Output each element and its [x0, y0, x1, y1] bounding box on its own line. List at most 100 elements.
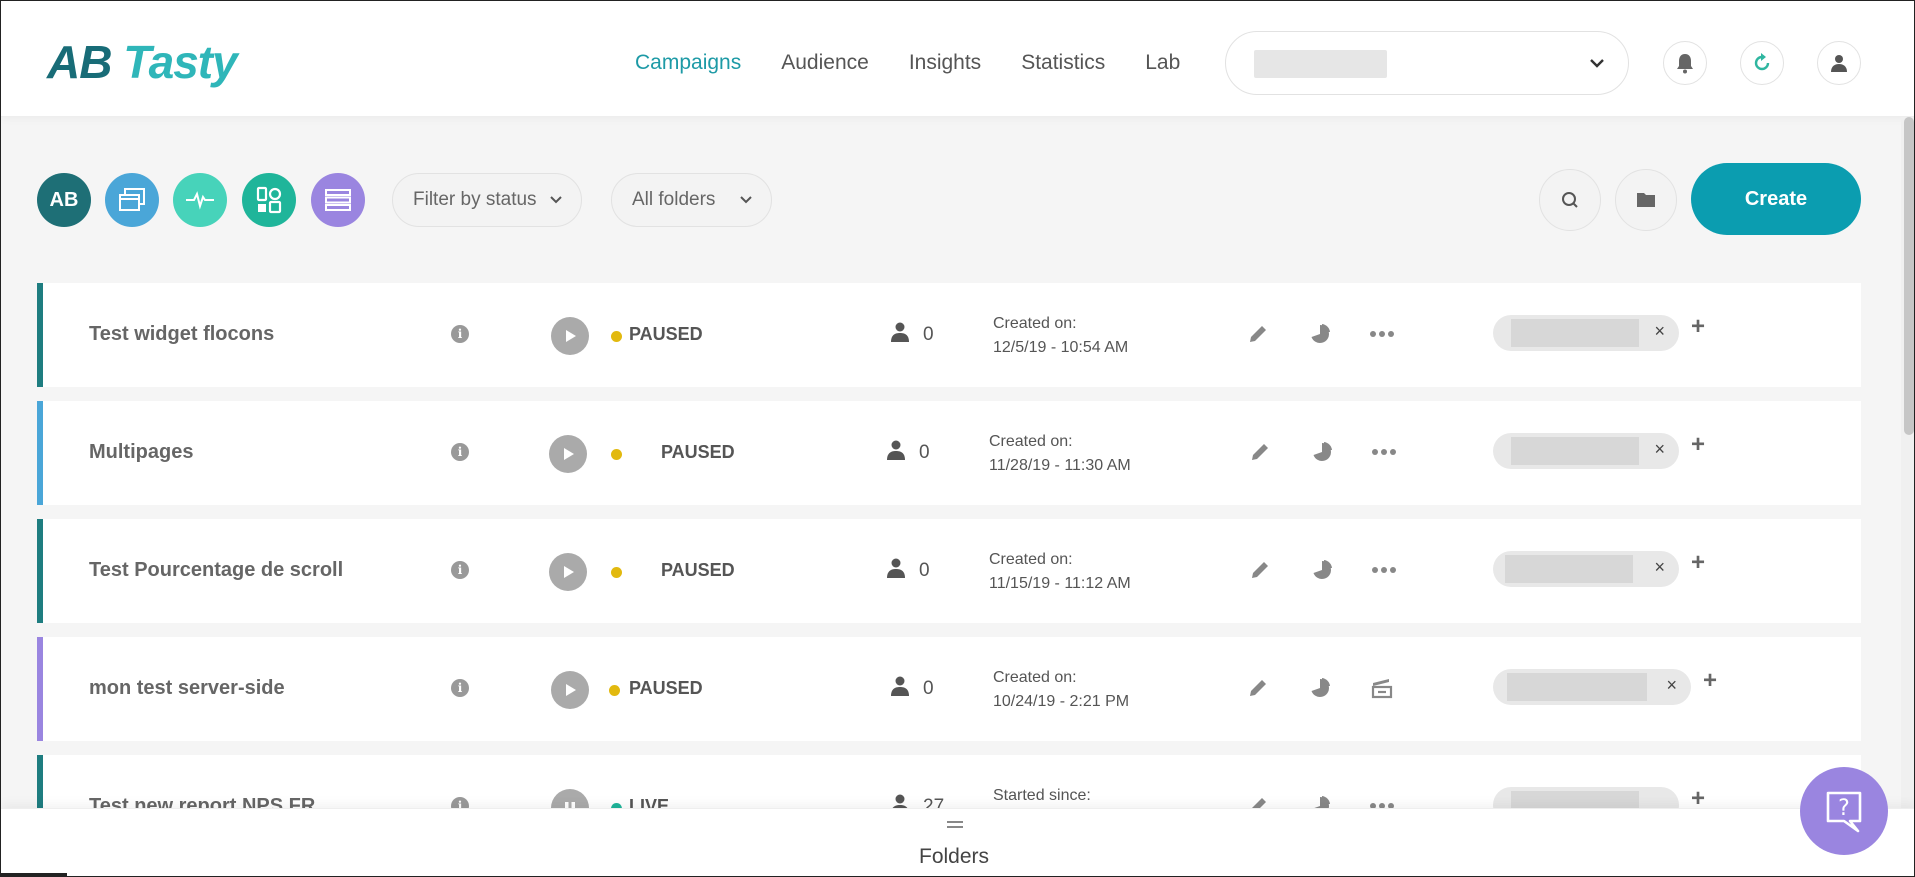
close-icon[interactable]: × — [1654, 321, 1665, 342]
campaign-name[interactable]: Test Pourcentage de scroll — [89, 559, 343, 582]
more-options-button[interactable] — [1371, 439, 1397, 465]
help-chat-icon: ? — [1826, 791, 1862, 833]
type-filter-list[interactable] — [311, 173, 365, 227]
play-button[interactable] — [551, 317, 589, 355]
nav-insights[interactable]: Insights — [909, 51, 981, 75]
info-icon[interactable]: i — [451, 679, 469, 697]
campaign-row[interactable]: Test new report NPS FR i LIVE 27 Started… — [37, 755, 1861, 808]
chevron-down-icon — [740, 196, 753, 204]
more-dots-icon — [1372, 449, 1396, 455]
report-button[interactable] — [1307, 793, 1333, 808]
status-label: PAUSED — [661, 442, 735, 462]
campaign-name[interactable]: Test widget flocons — [89, 323, 274, 346]
nav-campaigns[interactable]: Campaigns — [635, 51, 741, 75]
play-icon — [566, 684, 576, 696]
created-date: 10/24/19 - 2:21 PM — [993, 693, 1130, 710]
create-button[interactable]: Create — [1691, 163, 1861, 235]
close-icon[interactable]: × — [1666, 675, 1677, 696]
campaign-name[interactable]: Test new report NPS FR — [89, 795, 315, 808]
all-folders-dropdown[interactable]: All folders — [611, 173, 773, 227]
user-icon — [1831, 55, 1847, 72]
info-icon[interactable]: i — [451, 561, 469, 579]
nav-lab[interactable]: Lab — [1145, 51, 1180, 75]
campaign-row[interactable]: Test Pourcentage de scroll i PAUSED 0 Cr… — [37, 519, 1861, 623]
tag-chip[interactable]: × — [1493, 433, 1679, 469]
filter-by-status-dropdown[interactable]: Filter by status — [392, 173, 582, 227]
type-filter-widgets[interactable] — [242, 173, 296, 227]
edit-button[interactable] — [1247, 557, 1273, 583]
add-tag-button[interactable]: + — [1691, 431, 1705, 459]
pie-chart-icon — [1314, 796, 1330, 808]
report-button[interactable] — [1307, 675, 1333, 701]
folder-button[interactable] — [1615, 169, 1677, 231]
more-dots-icon — [1370, 331, 1394, 337]
report-button[interactable] — [1309, 439, 1335, 465]
drag-handle-icon[interactable] — [947, 821, 963, 831]
campaign-row[interactable]: Multipages i PAUSED 0 Created on: 11/28/… — [37, 401, 1861, 505]
add-tag-button[interactable]: + — [1691, 549, 1705, 577]
type-filter-pulse[interactable] — [173, 173, 227, 227]
visitor-count: 0 — [923, 678, 934, 699]
info-icon[interactable]: i — [451, 797, 469, 808]
nav-audience[interactable]: Audience — [781, 51, 869, 75]
report-button[interactable] — [1309, 557, 1335, 583]
tag-chip[interactable]: × — [1493, 551, 1679, 587]
scrollbar[interactable] — [1901, 117, 1914, 808]
help-button[interactable]: ? — [1800, 767, 1888, 855]
play-button[interactable] — [551, 671, 589, 709]
campaign-name[interactable]: Multipages — [89, 441, 193, 464]
pause-button[interactable] — [551, 789, 589, 808]
visitor-count: 0 — [919, 560, 930, 581]
status-label: PAUSED — [661, 560, 735, 580]
info-icon[interactable]: i — [451, 443, 469, 461]
svg-text:?: ? — [1838, 796, 1850, 821]
notifications-button[interactable] — [1663, 41, 1707, 85]
pause-icon — [565, 802, 575, 808]
add-tag-button[interactable]: + — [1691, 313, 1705, 341]
visitor-count: 27 — [923, 796, 945, 808]
search-button[interactable] — [1539, 169, 1601, 231]
folders-panel-toggle[interactable]: Folders — [1, 808, 1914, 876]
edit-button[interactable] — [1245, 793, 1271, 808]
nav-statistics[interactable]: Statistics — [1021, 51, 1105, 75]
user-icon — [891, 676, 909, 696]
user-menu-button[interactable] — [1817, 41, 1861, 85]
campaign-row[interactable]: Test widget flocons i PAUSED 0 Created o… — [37, 283, 1861, 387]
scrollbar-thumb[interactable] — [1904, 117, 1914, 435]
server-side-button[interactable] — [1369, 675, 1395, 701]
visitor-count: 0 — [923, 324, 934, 345]
edit-button[interactable] — [1245, 675, 1271, 701]
tag-chip[interactable] — [1493, 787, 1679, 808]
play-button[interactable] — [549, 553, 587, 591]
date-label: Created on: — [993, 669, 1077, 686]
account-selector[interactable] — [1225, 31, 1629, 95]
folder-icon — [1637, 193, 1655, 207]
play-button[interactable] — [549, 435, 587, 473]
campaign-row[interactable]: mon test server-side i PAUSED 0 Created … — [37, 637, 1861, 741]
add-tag-button[interactable]: + — [1691, 785, 1705, 808]
status-label: PAUSED — [629, 324, 703, 344]
campaign-list: Test widget flocons i PAUSED 0 Created o… — [37, 283, 1861, 808]
more-options-button[interactable] — [1371, 557, 1397, 583]
info-icon[interactable]: i — [451, 325, 469, 343]
close-icon[interactable]: × — [1654, 557, 1665, 578]
add-tag-button[interactable]: + — [1703, 667, 1717, 695]
report-button[interactable] — [1307, 321, 1333, 347]
more-options-button[interactable] — [1369, 793, 1395, 808]
tag-chip[interactable]: × — [1493, 669, 1691, 705]
edit-button[interactable] — [1247, 439, 1273, 465]
more-options-button[interactable] — [1369, 321, 1395, 347]
user-icon — [887, 558, 905, 578]
refresh-button[interactable] — [1740, 41, 1784, 85]
ab-tasty-logo[interactable]: AB Tasty — [47, 35, 238, 89]
campaign-name[interactable]: mon test server-side — [89, 677, 285, 700]
play-icon — [566, 330, 576, 342]
multipage-icon — [119, 188, 145, 211]
type-filter-ab-test[interactable]: AB — [37, 173, 91, 227]
play-icon — [564, 566, 574, 578]
edit-button[interactable] — [1245, 321, 1271, 347]
tag-chip[interactable]: × — [1493, 315, 1679, 351]
close-icon[interactable]: × — [1654, 439, 1665, 460]
type-filter-multipage[interactable] — [105, 173, 159, 227]
date-label: Created on: — [993, 315, 1077, 332]
